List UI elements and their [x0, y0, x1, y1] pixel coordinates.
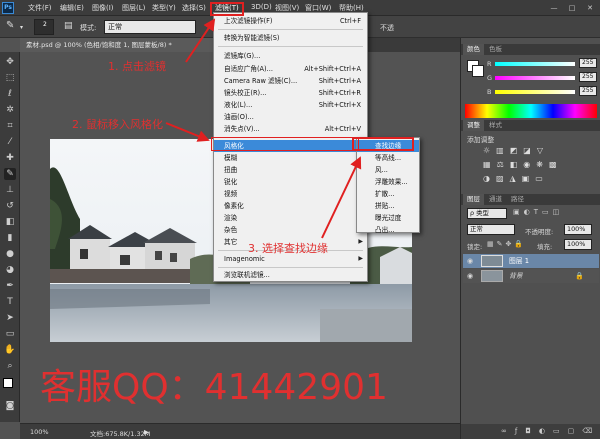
arrow-step1 [185, 18, 216, 63]
annotation-contact: 客服QQ：41442901 [40, 367, 388, 408]
annotation-step3: 3. 选择查找边缘 [248, 242, 328, 255]
arrow-step2 [165, 122, 210, 142]
photoshop-window: Ps 文件(F) 编辑(E) 图像(I) 图层(L) 类型(Y) 选择(S) 滤… [0, 0, 600, 439]
annotation-step1: 1. 点击滤镜 [108, 60, 166, 73]
annotation-step2: 2. 鼠标移入风格化 [72, 118, 163, 131]
arrow-step3 [321, 156, 362, 239]
